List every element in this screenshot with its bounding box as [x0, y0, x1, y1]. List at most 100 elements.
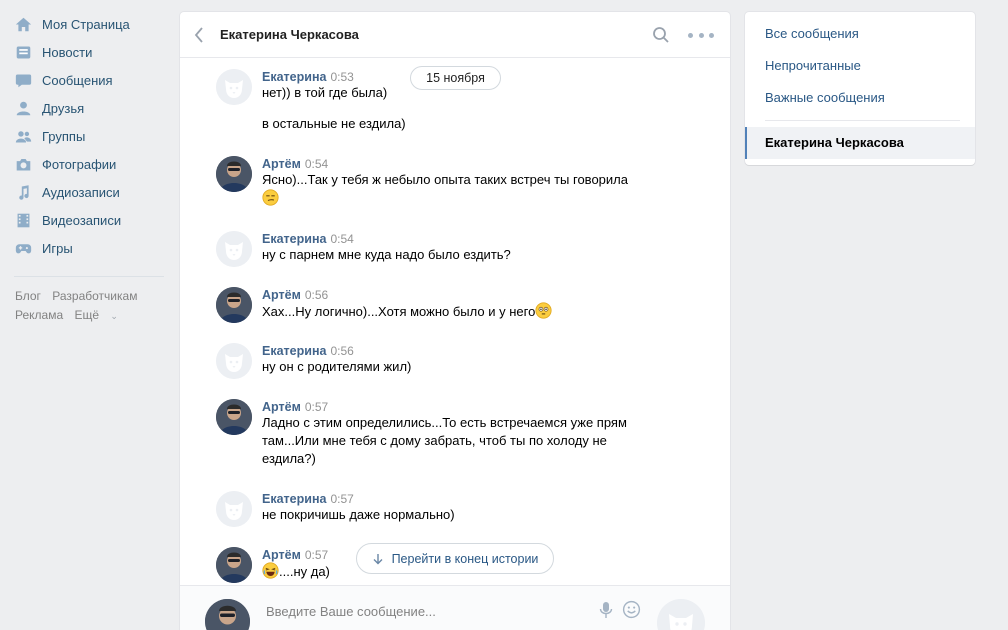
- news-icon: [14, 43, 32, 61]
- avatar[interactable]: [216, 547, 252, 583]
- message-time[interactable]: 0:57: [305, 548, 328, 562]
- message-text: Хах...Ну логично)...Хотя можно было и у …: [262, 304, 536, 319]
- message-line: Хах...Ну логично)...Хотя можно было и у …: [262, 302, 692, 321]
- avatar[interactable]: [216, 231, 252, 267]
- message-input[interactable]: [266, 600, 586, 622]
- message-text: ....ну да): [279, 564, 330, 579]
- message-text: Ладно с этим определились...То есть встр…: [262, 415, 627, 430]
- user-photo-icon: [216, 547, 252, 583]
- nav-item-label: Игры: [42, 240, 73, 256]
- message-author[interactable]: Екатерина: [262, 232, 326, 246]
- search-button[interactable]: [652, 26, 670, 44]
- avatar[interactable]: [216, 287, 252, 323]
- smirk-emoji-icon: [262, 189, 279, 206]
- nav-item-messages[interactable]: Сообщения: [0, 66, 170, 94]
- avatar[interactable]: [216, 69, 252, 105]
- message-author[interactable]: Екатерина: [262, 492, 326, 506]
- message-author[interactable]: Артём: [262, 400, 301, 414]
- emoji-picker-button[interactable]: [622, 600, 641, 619]
- nav-item-video[interactable]: Видеозаписи: [0, 206, 170, 234]
- nav-item-label: Сообщения: [42, 72, 113, 88]
- message-author[interactable]: Артём: [262, 157, 301, 171]
- footer-link-more[interactable]: Ещё ⌄: [74, 308, 125, 322]
- filter-all-messages[interactable]: Все сообщения: [745, 18, 975, 50]
- footer-links: Блог Разработчикам Реклама Ещё ⌄: [0, 287, 170, 326]
- message-time[interactable]: 0:54: [305, 157, 328, 171]
- nav-item-games[interactable]: Игры: [0, 234, 170, 262]
- message-author[interactable]: Екатерина: [262, 344, 326, 358]
- message-text: там...Или мне тебя с дому забрать, чтоб …: [262, 433, 607, 448]
- message-author[interactable]: Екатерина: [262, 70, 326, 84]
- music-icon: [14, 183, 32, 201]
- nav-item-photos[interactable]: Фотографии: [0, 150, 170, 178]
- user-photo-icon: [205, 599, 250, 630]
- message-body: Екатерина 0:56 ну он с родителями жил): [262, 343, 692, 376]
- message-text: Ясно)...Так у тебя ж небыло опыта таких …: [262, 172, 628, 187]
- chat-panel: Екатерина Черкасова Екатерина 0:53 нет)) …: [180, 12, 730, 630]
- message-body: Артём 0:54 Ясно)...Так у тебя ж небыло оп…: [262, 156, 692, 208]
- message-time[interactable]: 0:53: [330, 70, 353, 84]
- dog-avatar-icon: [216, 231, 252, 267]
- more-actions-button[interactable]: [688, 26, 714, 44]
- video-icon: [14, 211, 32, 229]
- jump-to-end-button[interactable]: Перейти в конец истории: [356, 543, 554, 574]
- footer-link-ads[interactable]: Реклама: [15, 308, 63, 322]
- search-icon: [653, 27, 669, 43]
- nav-item-friends[interactable]: Друзья: [0, 94, 170, 122]
- laughing-emoji-icon: [262, 562, 279, 579]
- message-time[interactable]: 0:57: [305, 400, 328, 414]
- dog-avatar-icon: [216, 491, 252, 527]
- message-body: Екатерина 0:57 не покричишь даже нормальн…: [262, 491, 692, 524]
- message-body: Артём 0:57 Ладно с этим определились...То…: [262, 399, 692, 468]
- avatar[interactable]: [216, 491, 252, 527]
- message-time[interactable]: 0:54: [330, 232, 353, 246]
- avatar[interactable]: [216, 156, 252, 192]
- avatar[interactable]: [216, 343, 252, 379]
- composer: [180, 585, 730, 630]
- chevron-down-icon: ⌄: [110, 311, 118, 321]
- groups-icon: [14, 127, 32, 145]
- nav-item-my-page[interactable]: Моя Страница: [0, 10, 170, 38]
- home-icon: [14, 15, 32, 33]
- message-list: Екатерина 0:53 нет)) в той где была) в ос…: [180, 59, 730, 585]
- chat-title[interactable]: Екатерина Черкасова: [220, 27, 359, 42]
- footer-link-developers[interactable]: Разработчикам: [52, 289, 137, 303]
- menu-divider: [765, 120, 960, 121]
- chevron-left-icon: [194, 26, 203, 43]
- my-avatar[interactable]: [205, 599, 250, 630]
- filter-unread[interactable]: Непрочитанные: [745, 50, 975, 82]
- message-author[interactable]: Артём: [262, 288, 301, 302]
- back-button[interactable]: [180, 12, 218, 58]
- message-text: ну с парнем мне куда надо было ездить?: [262, 247, 511, 262]
- friends-icon: [14, 99, 32, 117]
- nav-item-label: Видеозаписи: [42, 212, 122, 228]
- more-dot-icon: [688, 32, 693, 38]
- message-text: ну он с родителями жил): [262, 359, 412, 374]
- messages-filter-menu: Все сообщения Непрочитанные Важные сообщ…: [745, 12, 975, 165]
- dog-avatar-icon: [216, 343, 252, 379]
- peer-avatar[interactable]: [657, 599, 705, 630]
- nav-item-audio[interactable]: Аудиозаписи: [0, 178, 170, 206]
- more-dot-icon: [698, 32, 704, 38]
- conversation-tab-active[interactable]: Екатерина Черкасова: [745, 127, 975, 159]
- arrow-down-icon: [373, 553, 383, 564]
- filter-important[interactable]: Важные сообщения: [745, 82, 975, 114]
- message-text: ездила?): [262, 451, 316, 466]
- date-divider: 15 ноября: [410, 66, 501, 90]
- message-time[interactable]: 0:56: [305, 288, 328, 302]
- footer-link-blog[interactable]: Блог: [15, 289, 41, 303]
- chat-header: Екатерина Черкасова: [180, 12, 730, 58]
- nav-item-news[interactable]: Новости: [0, 38, 170, 66]
- message-time[interactable]: 0:56: [330, 344, 353, 358]
- message-text: не покричишь даже нормально): [262, 507, 455, 522]
- message-author[interactable]: Артём: [262, 548, 301, 562]
- more-dot-icon: [709, 32, 714, 38]
- microphone-icon: [599, 602, 613, 618]
- nav-item-groups[interactable]: Группы: [0, 122, 170, 150]
- message-time[interactable]: 0:57: [330, 492, 353, 506]
- nav-item-label: Группы: [42, 128, 86, 144]
- voice-message-button[interactable]: [599, 601, 613, 619]
- left-nav: Моя Страница Новости Сообщения Друзья Гр…: [0, 10, 170, 326]
- flushed-emoji-icon: [535, 302, 552, 319]
- avatar[interactable]: [216, 399, 252, 435]
